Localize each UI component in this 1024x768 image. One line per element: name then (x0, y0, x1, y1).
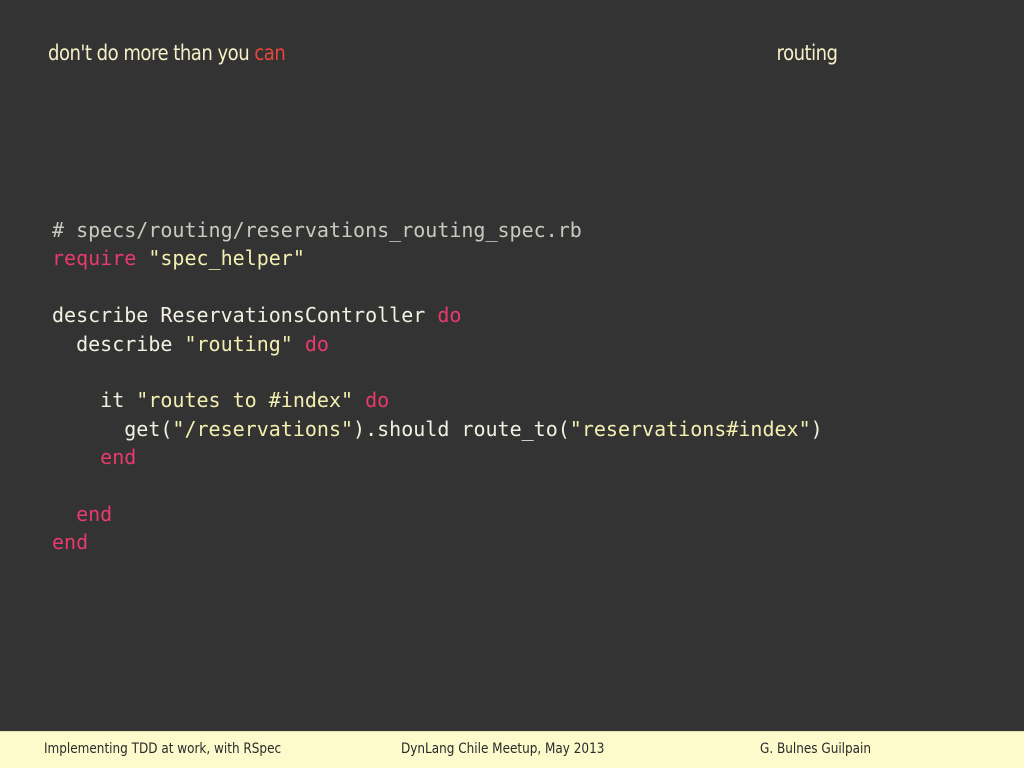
code-token-string: "routes to #index" (136, 388, 354, 413)
code-line: describe "routing" do (52, 330, 823, 358)
section-label: routing (776, 41, 838, 65)
code-line: get("/reservations").should route_to("re… (52, 415, 823, 443)
code-token-keyword: do (304, 331, 329, 356)
slide-header: don't do more than you can routing (48, 36, 838, 70)
code-token-keyword: end (52, 530, 89, 555)
footer-event: DynLang Chile Meetup, May 2013 (401, 741, 605, 757)
slide-footer: Implementing TDD at work, with RSpec Dyn… (0, 731, 1024, 768)
code-line: require "spec_helper" (52, 244, 823, 272)
code-token-plain: get( (52, 416, 173, 441)
code-token-plain: describe (52, 331, 185, 356)
code-line: it "routes to #index" do (52, 386, 823, 414)
code-line: describe ReservationsController do (52, 301, 823, 329)
code-token-string: "routing" (184, 331, 293, 356)
slide-title: don't do more than you can (48, 41, 286, 65)
footer-author: G. Bulnes Guilpain (760, 741, 872, 757)
code-token-plain: it (52, 388, 137, 413)
code-token-comment: # specs/routing/reservations_routing_spe… (52, 218, 582, 242)
code-token-keyword: require (52, 246, 137, 271)
slide-title-accent: can (254, 41, 286, 65)
code-token-plain: ) (810, 416, 823, 441)
slide-title-text: don't do more than you (48, 41, 250, 65)
code-token-plain: describe ReservationsController (52, 303, 438, 328)
code-token-plain: ).should route_to( (353, 416, 570, 441)
code-token-string: "spec_helper" (148, 246, 305, 271)
code-token-keyword: end (100, 445, 137, 470)
code-token-keyword: do (437, 303, 462, 328)
code-block: # specs/routing/reservations_routing_spe… (52, 216, 823, 557)
code-token-string: "/reservations" (172, 416, 354, 441)
footer-talk-title: Implementing TDD at work, with RSpec (44, 741, 282, 757)
slide: don't do more than you can routing # spe… (0, 0, 1024, 768)
code-token-string: "reservations#index" (569, 416, 811, 441)
code-token-keyword: end (76, 501, 113, 526)
code-token-keyword: do (365, 388, 390, 413)
code-line: end (52, 528, 823, 556)
code-line: end (52, 443, 823, 471)
code-line: # specs/routing/reservations_routing_spe… (52, 216, 823, 244)
code-line: end (52, 500, 823, 528)
